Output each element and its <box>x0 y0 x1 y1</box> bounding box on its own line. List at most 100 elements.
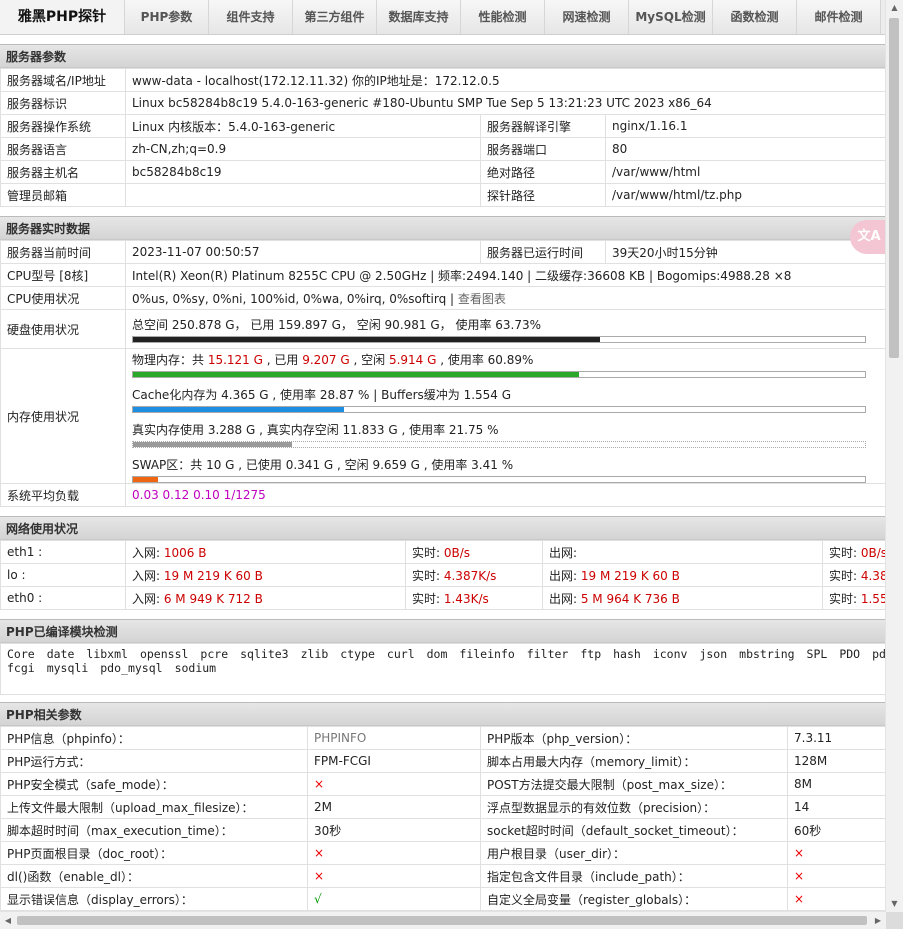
top-nav: 雅黑PHP探针 PHP参数 组件支持 第三方组件 数据库支持 性能检测 网速检测… <box>0 0 886 35</box>
net-label: 出网: <box>549 568 581 583</box>
page: 雅黑PHP探针 PHP参数 组件支持 第三方组件 数据库支持 性能检测 网速检测… <box>0 0 886 912</box>
scroll-thumb[interactable] <box>17 916 867 925</box>
mem-real-fill <box>133 442 293 447</box>
text: , 空闲 <box>349 353 389 367</box>
net-value: 6 M 949 K 712 B <box>163 591 263 606</box>
nav-database[interactable]: 数据库支持 <box>377 0 461 34</box>
nav-performance[interactable]: 性能检测 <box>461 0 545 34</box>
net-in: 入网: 19 M 219 K 60 B <box>125 563 406 587</box>
row-label: 硬盘使用状况 <box>0 309 126 349</box>
net-label: 入网: <box>132 591 164 606</box>
param-value: 14 <box>787 795 886 819</box>
row-label: 服务器语言 <box>0 137 126 161</box>
horizontal-scrollbar[interactable]: ◀ ▶ <box>0 911 886 929</box>
table-row: 服务器标识 Linux bc58284b8c19 5.4.0-163-gener… <box>0 91 886 115</box>
param-value: × <box>787 864 886 888</box>
param-label: 显示错误信息（display_errors）： <box>0 887 308 911</box>
nav-mysql[interactable]: MySQL检测 <box>629 0 713 34</box>
row-label: 管理员邮箱 <box>0 183 126 207</box>
row-label: CPU型号 [8核] <box>0 263 126 287</box>
iface-name: eth1 : <box>0 540 126 564</box>
module-item: date <box>46 647 75 661</box>
row-label: 服务器解译引擎 <box>480 114 606 138</box>
row-label: 服务器已运行时间 <box>480 240 606 264</box>
translate-icon[interactable]: 文A <box>850 220 886 254</box>
net-value: 4.387K/s <box>443 568 497 583</box>
mem-cache-fill <box>133 407 345 412</box>
net-value: 19 M 219 K 60 B <box>163 568 263 583</box>
net-label: 入网: <box>132 568 164 583</box>
nav-network-speed[interactable]: 网速检测 <box>545 0 629 34</box>
row-label: 服务器标识 <box>0 91 126 115</box>
iface-name: lo : <box>0 563 126 587</box>
scroll-left-icon[interactable]: ◀ <box>0 912 16 929</box>
param-value: × <box>307 864 481 888</box>
param-value: 30秒 <box>307 818 481 842</box>
module-item: libxml <box>86 647 128 661</box>
nav-php-params[interactable]: PHP参数 <box>125 0 209 34</box>
param-value[interactable]: PHPINFO <box>307 726 481 750</box>
row-value: Linux 内核版本：5.4.0-163-generic <box>125 114 481 138</box>
net-out: 出网: 5 M 964 K 736 B <box>542 586 823 610</box>
param-label: 脚本占用最大内存（memory_limit）： <box>480 749 788 773</box>
nav-components[interactable]: 组件支持 <box>209 0 293 34</box>
row-value: /var/www/html/tz.php <box>605 183 886 207</box>
nav-brand[interactable]: 雅黑PHP探针 <box>0 0 125 34</box>
nav-functions[interactable]: 函数检测 <box>713 0 797 34</box>
section-title: 网络使用状况 <box>0 516 886 540</box>
param-label: 指定包含文件目录（include_path）： <box>480 864 788 888</box>
module-item: openssl <box>139 647 189 661</box>
param-value: × <box>787 887 886 911</box>
nav-mail[interactable]: 邮件检测 <box>797 0 881 34</box>
net-rt2: 实时: 4.387 <box>822 563 886 587</box>
net-label: 出网: <box>549 591 581 606</box>
row-label: 绝对路径 <box>480 160 606 184</box>
section-title: 服务器参数 <box>0 44 886 68</box>
param-value: FPM-FCGI <box>307 749 481 773</box>
disk-usage-text: 总空间 250.878 G， 已用 159.897 G， 空闲 90.981 G… <box>132 317 542 332</box>
param-label: 上传文件最大限制（upload_max_filesize）： <box>0 795 308 819</box>
scroll-up-icon[interactable]: ▲ <box>886 0 903 16</box>
param-value: 2M <box>307 795 481 819</box>
module-item: dom <box>426 647 448 661</box>
scroll-down-icon[interactable]: ▼ <box>886 896 903 912</box>
php-params-table: PHP信息（phpinfo）： PHPINFO PHP版本（php_version）… <box>0 726 886 911</box>
scroll-right-icon[interactable]: ▶ <box>870 912 886 929</box>
param-label: 自定义全局变量（register_globals）： <box>480 887 788 911</box>
module-item: sqlite3 <box>240 647 289 661</box>
module-item: ftp <box>580 647 602 661</box>
net-in: 入网: 1006 B <box>125 540 406 564</box>
iface-name: eth0 : <box>0 586 126 610</box>
mem-physical-fill <box>133 372 579 377</box>
table-row: CPU使用状况 0%us, 0%sy, 0%ni, 100%id, 0%wa, … <box>0 286 886 310</box>
net-value: 1.43K/s <box>443 591 489 606</box>
module-item: fileinfo <box>459 647 515 661</box>
mem-real-text: 真实内存使用 3.288 G , 真实内存空闲 11.833 G , 使用率 2… <box>132 423 499 437</box>
row-label: CPU使用状况 <box>0 286 126 310</box>
net-label: 入网: <box>132 545 164 560</box>
module-item: pdo_sqlite <box>872 647 886 661</box>
section-title: PHP已编译模块检测 <box>0 619 886 643</box>
vertical-scrollbar[interactable]: ▲ ▼ <box>885 0 903 912</box>
param-value: 60秒 <box>787 818 886 842</box>
row-value: bc58284b8c19 <box>125 160 481 184</box>
net-label: 实时: <box>412 545 444 560</box>
param-label: dl()函数（enable_dl）： <box>0 864 308 888</box>
scroll-thumb[interactable] <box>889 18 899 358</box>
param-label: PHP版本（php_version）： <box>480 726 788 750</box>
table-row: CPU型号 [8核] Intel(R) Xeon(R) Platinum 825… <box>0 263 886 287</box>
text: 物理内存：共 <box>132 353 208 367</box>
table-row: eth1 : 入网: 1006 B 实时: 0B/s 出网: 实时: 0B/s <box>0 540 886 564</box>
table-row: eth0 : 入网: 6 M 949 K 712 B 实时: 1.43K/s 出… <box>0 586 886 610</box>
module-list: Core date libxml openssl pcre sqlite3 zlib ctyp… <box>0 643 886 695</box>
module-item: PDO <box>839 647 861 661</box>
net-out: 出网: <box>542 540 823 564</box>
row-label: 服务器端口 <box>480 137 606 161</box>
nav-third-party[interactable]: 第三方组件 <box>293 0 377 34</box>
row-value: Linux bc58284b8c19 5.4.0-163-generic #18… <box>125 91 886 115</box>
net-label: 实时: <box>829 568 861 583</box>
server-time: 2023-11-07 00:50:57 <box>125 240 481 264</box>
view-chart-link[interactable]: 查看图表 <box>458 292 506 306</box>
row-label: 服务器主机名 <box>0 160 126 184</box>
section-title: PHP相关参数 <box>0 702 886 726</box>
